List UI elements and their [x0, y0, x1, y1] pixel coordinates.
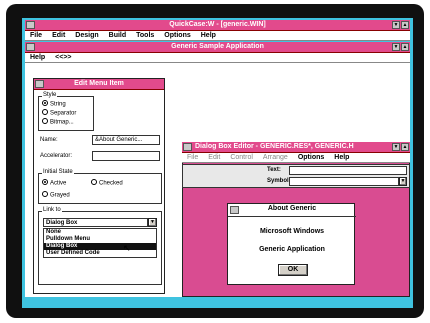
editor-toolbar: Text: Symbol: ▼ — [182, 164, 410, 188]
editor-menu-file[interactable]: File — [187, 154, 198, 161]
accelerator-label: Accelerator: — [40, 153, 73, 159]
link-option-dialog-box[interactable]: Dialog Box — [44, 243, 156, 250]
menu-tools[interactable]: Tools — [136, 32, 154, 39]
editor-menu-arrange[interactable]: Arrange — [263, 154, 288, 161]
mouse-pointer-icon: ↖ — [123, 243, 131, 253]
generic-maximize-icon[interactable]: ▲ — [401, 43, 409, 51]
editor-menu-help[interactable]: Help — [334, 154, 349, 161]
edit-dialog-system-menu-icon[interactable] — [35, 80, 44, 88]
initial-state-group: Initial State Active Checked Grayed — [38, 169, 162, 204]
system-menu-icon[interactable] — [26, 21, 35, 29]
about-line1: Microsoft Windows — [259, 228, 325, 235]
generic-menu-placeholder[interactable]: <<>> — [55, 54, 71, 61]
desktop: QuickCase:W - [generic.WIN] ▼ ▲ File Edit… — [22, 18, 413, 308]
symbol-field[interactable] — [289, 177, 399, 186]
editor-menu-options[interactable]: Options — [298, 154, 324, 161]
quickcase-title: QuickCase:W - [generic.WIN] — [169, 21, 266, 28]
name-field[interactable]: &About Generic... — [92, 135, 160, 145]
link-to-label: Link to — [42, 207, 62, 213]
edit-menu-item-dialog: Edit Menu Item Style String Separator Bi… — [33, 78, 165, 294]
about-line2: Generic Application — [259, 246, 325, 253]
link-to-group: Link to Dialog Box ▼ None Pulldown Menu … — [38, 207, 162, 285]
name-label: Name: — [40, 137, 58, 143]
edit-menu-item-title-bar[interactable]: Edit Menu Item — [34, 79, 164, 90]
style-group: Style String Separator Bitmap... — [38, 92, 94, 131]
about-title-divider — [228, 216, 356, 217]
link-option-none[interactable]: None — [44, 229, 156, 236]
text-label: Text: — [267, 167, 281, 173]
generic-menu-bar: Help <<>> — [25, 53, 410, 63]
editor-maximize-icon[interactable]: ▲ — [401, 143, 409, 151]
ok-button[interactable]: OK — [278, 264, 308, 276]
symbol-label: Symbol: — [267, 178, 291, 184]
edit-menu-item-title: Edit Menu Item — [74, 80, 124, 87]
quickcase-menu-bar: File Edit Design Build Tools Options Help — [25, 31, 410, 41]
checked-radio[interactable]: Checked — [91, 179, 123, 187]
link-option-user-defined-code[interactable]: User Defined Code — [44, 250, 156, 257]
generic-menu-help[interactable]: Help — [30, 54, 45, 61]
dialog-editor-menu-bar: File Edit Control Arrange Options Help — [182, 153, 410, 163]
style-separator-radio[interactable]: Separator — [42, 109, 76, 117]
quickcase-title-bar[interactable]: QuickCase:W - [generic.WIN] ▼ ▲ — [25, 20, 410, 31]
about-title: About Generic — [267, 205, 317, 212]
text-field[interactable] — [289, 166, 407, 175]
menu-options[interactable]: Options — [164, 32, 190, 39]
accelerator-field[interactable] — [92, 151, 160, 161]
link-to-select[interactable]: Dialog Box — [43, 218, 148, 227]
style-string-radio[interactable]: String — [42, 100, 66, 108]
menu-help[interactable]: Help — [201, 32, 216, 39]
maximize-icon[interactable]: ▲ — [401, 21, 409, 29]
initial-state-label: Initial State — [42, 169, 74, 175]
generic-title-bar[interactable]: Generic Sample Application ▼ ▲ — [25, 42, 410, 53]
generic-system-menu-icon[interactable] — [26, 43, 35, 51]
link-option-pulldown-menu[interactable]: Pulldown Menu — [44, 236, 156, 243]
editor-system-menu-icon[interactable] — [183, 143, 192, 151]
editor-menu-control[interactable]: Control — [230, 154, 253, 161]
grayed-checkbox[interactable]: Grayed — [42, 191, 70, 199]
style-bitmap-radio[interactable]: Bitmap... — [42, 118, 74, 126]
style-group-label: Style — [42, 92, 58, 98]
generic-title: Generic Sample Application — [171, 43, 264, 50]
menu-edit[interactable]: Edit — [52, 32, 65, 39]
generic-minimize-icon[interactable]: ▼ — [392, 43, 400, 51]
active-radio[interactable]: Active — [42, 179, 66, 187]
link-to-options-list: None Pulldown Menu Dialog Box User Defin… — [43, 228, 157, 258]
about-dialog: About Generic Microsoft Windows Generic … — [227, 203, 356, 285]
menu-design[interactable]: Design — [75, 32, 98, 39]
dropdown-arrow-icon[interactable]: ▼ — [399, 177, 407, 186]
menu-file[interactable]: File — [30, 32, 42, 39]
editor-menu-edit[interactable]: Edit — [208, 154, 220, 161]
link-dropdown-arrow-icon[interactable]: ▼ — [148, 218, 157, 227]
menu-build[interactable]: Build — [109, 32, 127, 39]
editor-minimize-icon[interactable]: ▼ — [392, 143, 400, 151]
minimize-icon[interactable]: ▼ — [392, 21, 400, 29]
dialog-editor-title-bar[interactable]: Dialog Box Editor - GENERIC.RES*, GENERI… — [182, 142, 410, 153]
dialog-editor-title: Dialog Box Editor - GENERIC.RES*, GENERI… — [195, 143, 354, 150]
